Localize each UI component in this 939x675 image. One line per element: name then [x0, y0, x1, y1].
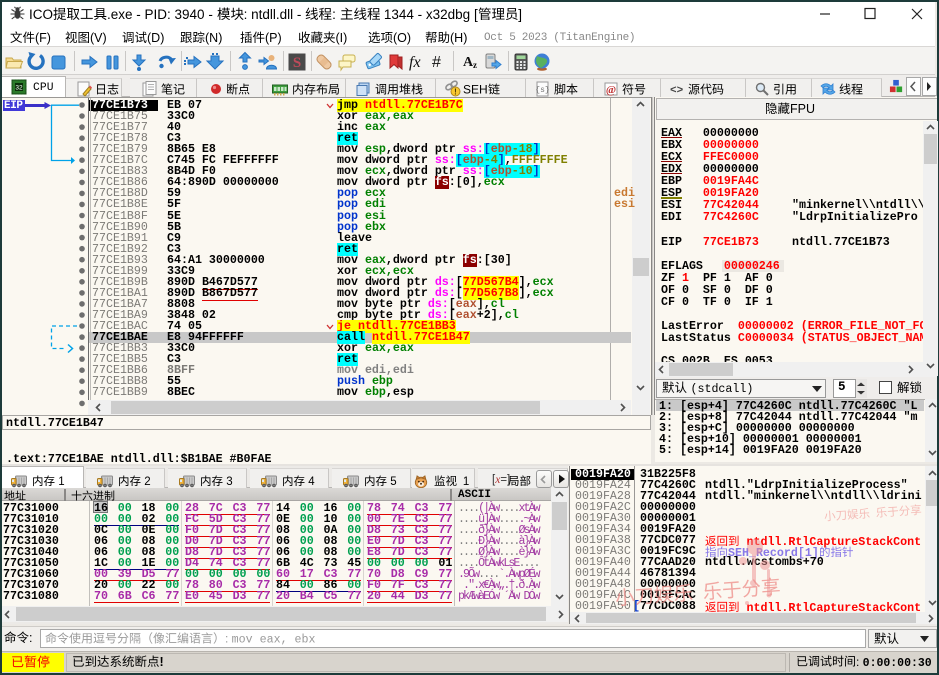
svg-text:#: #	[432, 54, 441, 71]
svg-text:{s}: {s}	[535, 86, 549, 95]
svg-text:z: z	[473, 60, 477, 70]
svg-text:S: S	[293, 55, 301, 71]
svg-text:<>: <>	[670, 85, 684, 97]
svg-text:@: @	[606, 84, 616, 96]
svg-text:!: !	[454, 88, 457, 97]
svg-text:fx: fx	[409, 54, 421, 71]
svg-text:32: 32	[15, 85, 23, 92]
